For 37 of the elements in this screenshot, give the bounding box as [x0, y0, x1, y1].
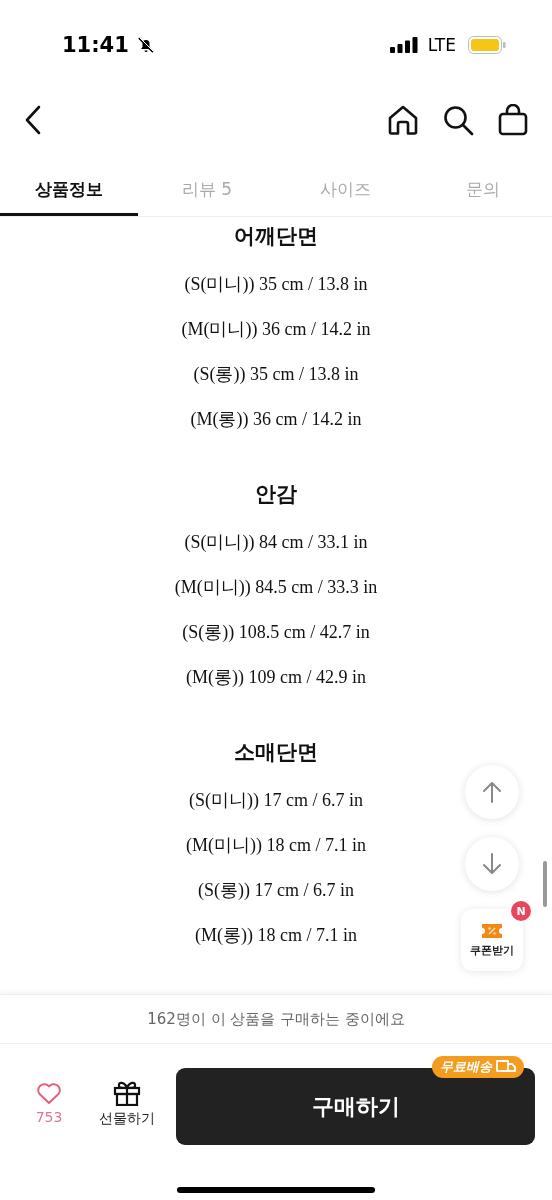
gift-button[interactable]: 선물하기 — [90, 1079, 164, 1128]
heart-icon — [36, 1082, 62, 1105]
status-time: 11:41 — [62, 33, 129, 57]
truck-icon — [496, 1060, 516, 1074]
new-badge: N — [511, 901, 531, 921]
search-icon[interactable] — [443, 104, 474, 136]
section-heading: 안감 — [255, 481, 297, 508]
scroll-up-button[interactable] — [465, 765, 519, 819]
tab[interactable]: 상품정보 — [0, 166, 138, 216]
battery-icon — [468, 36, 506, 54]
size-measurement: (S(롱)) 108.5 cm / 42.7 in — [182, 620, 370, 644]
size-measurement: (M(롱)) 109 cm / 42.9 in — [186, 665, 366, 689]
section-heading: 어깨단면 — [234, 223, 318, 250]
network-label: LTE — [427, 35, 456, 55]
size-measurement: (M(미니)) 84.5 cm / 33.3 in — [174, 575, 378, 599]
shopping-bag-icon[interactable] — [498, 104, 528, 136]
down-arrow-icon — [482, 853, 502, 875]
gift-icon — [113, 1079, 141, 1106]
signal-icon — [389, 37, 418, 53]
size-measurement: (M(롱)) 36 cm / 14.2 in — [190, 407, 362, 431]
back-icon[interactable] — [24, 105, 42, 135]
size-measurement: (S(롱)) 35 cm / 13.8 in — [193, 362, 359, 386]
size-measurement: (M(미니)) 18 cm / 7.1 in — [186, 833, 366, 857]
size-measurement: (S(미니)) 84 cm / 33.1 in — [184, 530, 368, 554]
size-measurement: (S(미니)) 35 cm / 13.8 in — [184, 272, 368, 296]
size-measurement: (S(롱)) 17 cm / 6.7 in — [198, 878, 354, 902]
purchase-notice: 162명이 이 상품을 구매하는 중이에요 — [0, 995, 552, 1044]
up-arrow-icon — [482, 781, 502, 803]
coupon-icon — [481, 922, 503, 939]
scroll-down-button[interactable] — [465, 837, 519, 891]
size-measurement: (S(미니)) 17 cm / 6.7 in — [189, 788, 363, 812]
size-measurement: (M(미니)) 36 cm / 14.2 in — [181, 317, 371, 341]
home-icon[interactable] — [387, 105, 419, 135]
size-measurement: (M(롱)) 18 cm / 7.1 in — [195, 923, 357, 947]
section-heading: 소매단면 — [234, 739, 318, 766]
scrollbar — [543, 861, 547, 907]
muted-bell-icon — [136, 36, 155, 54]
